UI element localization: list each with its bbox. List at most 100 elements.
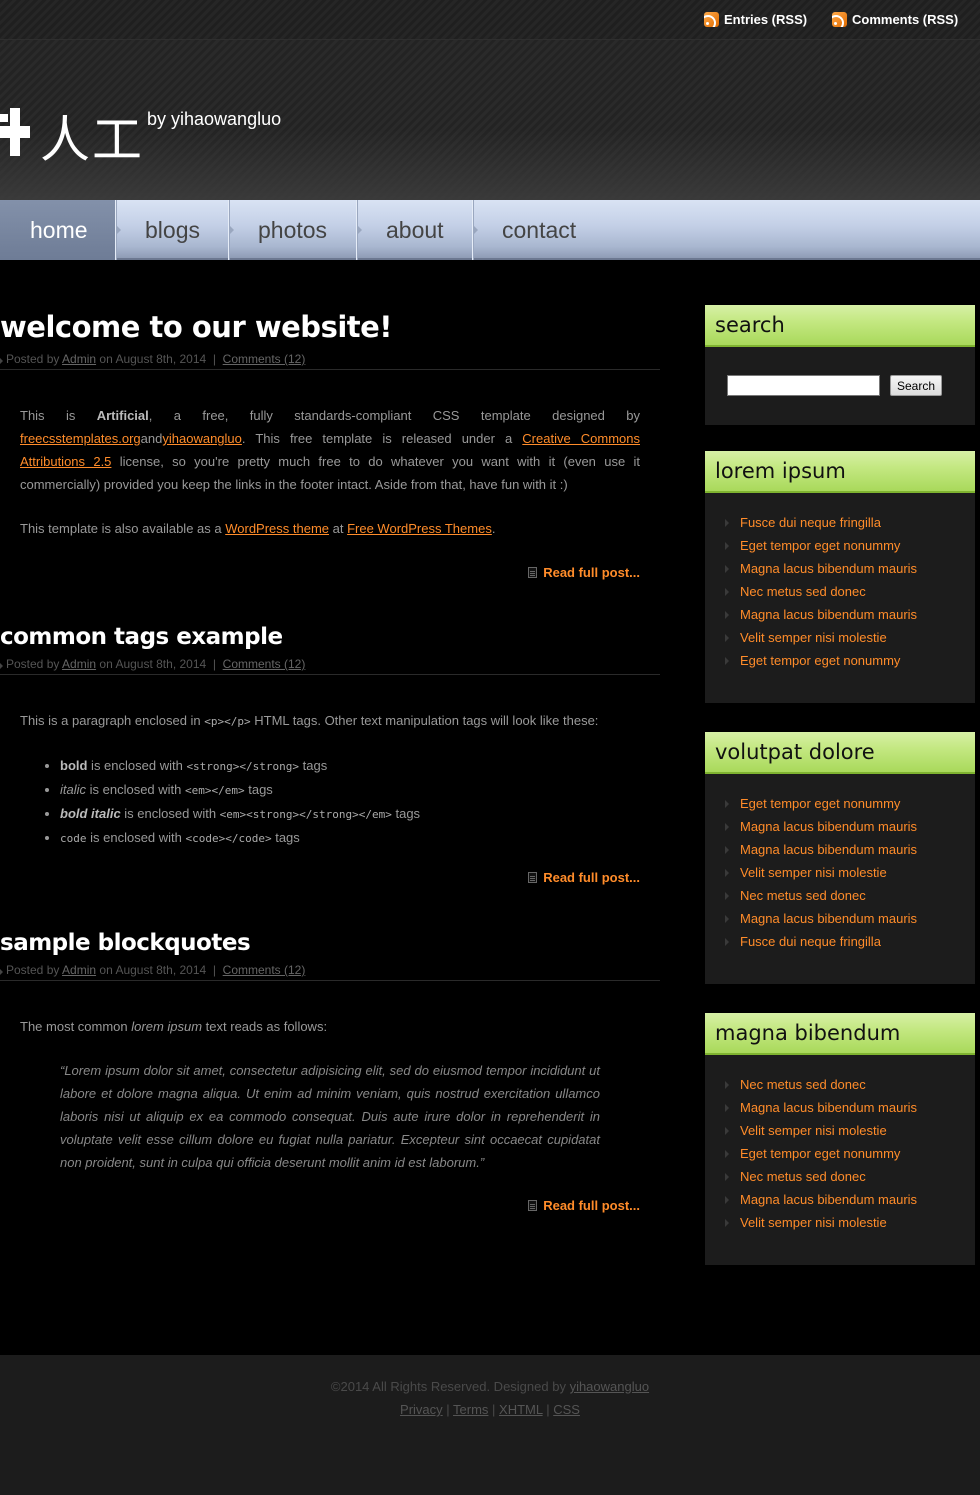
post-meta: Posted by Admin on August 8th, 2014 | Co… bbox=[0, 657, 660, 675]
sidebar-link[interactable]: Magna lacus bibendum mauris bbox=[740, 842, 917, 857]
sidebar-link[interactable]: Eget tempor eget nonummy bbox=[740, 538, 900, 553]
list-item: Magna lacus bibendum mauris bbox=[725, 815, 975, 838]
search-widget: search Search bbox=[705, 305, 975, 425]
sidebar-link[interactable]: Nec metus sed donec bbox=[740, 584, 866, 599]
sidebar-widget-lorem-ipsum: lorem ipsum Fusce dui neque fringilla Eg… bbox=[705, 451, 975, 703]
sidebar-link[interactable]: Velit semper nisi molestie bbox=[740, 1123, 887, 1138]
post-body: The most common lorem ipsum text reads a… bbox=[20, 1015, 640, 1174]
list-item: Velit semper nisi molestie bbox=[725, 626, 975, 649]
nav-item-blogs[interactable]: blogs bbox=[116, 200, 230, 260]
nav-item-label: contact bbox=[502, 216, 577, 243]
list-item: Magna lacus bibendum mauris bbox=[725, 907, 975, 930]
post-date: August 8th, 2014 bbox=[115, 352, 207, 366]
comments-rss-label: Comments (RSS) bbox=[852, 12, 959, 27]
list-item: Eget tempor eget nonummy bbox=[725, 792, 975, 815]
sidebar-widget-volutpat-dolore: volutpat dolore Eget tempor eget nonummy… bbox=[705, 732, 975, 984]
free-wordpress-themes-link[interactable]: Free WordPress Themes bbox=[347, 521, 492, 536]
post-author-link[interactable]: Admin bbox=[62, 963, 96, 977]
nav-item-home[interactable]: home bbox=[0, 200, 117, 260]
search-input[interactable] bbox=[727, 375, 880, 396]
nav-arrow-icon bbox=[473, 225, 478, 235]
document-icon bbox=[528, 1200, 538, 1211]
post-title[interactable]: common tags example bbox=[0, 624, 283, 650]
sidebar-link[interactable]: Magna lacus bibendum mauris bbox=[740, 819, 917, 834]
nav-arrow-icon bbox=[229, 225, 234, 235]
entries-rss-link[interactable]: Entries (RSS) bbox=[704, 12, 807, 27]
list-item: bold is enclosed with <strong></strong> … bbox=[60, 754, 640, 778]
footer-link-css[interactable]: CSS bbox=[553, 1402, 580, 1417]
read-more-link[interactable]: Read full post... bbox=[528, 565, 640, 580]
sidebar-link[interactable]: Magna lacus bibendum mauris bbox=[740, 1100, 917, 1115]
sidebar-link[interactable]: Velit semper nisi molestie bbox=[740, 630, 887, 645]
post-paragraph: This is Artificial, a free, fully standa… bbox=[20, 408, 641, 492]
sidebar-link[interactable]: Eget tempor eget nonummy bbox=[740, 1146, 900, 1161]
read-more-link[interactable]: Read full post... bbox=[528, 870, 640, 885]
widget-title: search bbox=[705, 305, 975, 347]
list-item: Velit semper nisi molestie bbox=[725, 1211, 975, 1234]
list-item: Magna lacus bibendum mauris bbox=[725, 1096, 975, 1119]
nav-item-label: home bbox=[30, 216, 88, 243]
footer-designer-link[interactable]: yihaowangluo bbox=[570, 1379, 650, 1394]
rss-icon bbox=[832, 12, 847, 27]
sidebar-link[interactable]: Magna lacus bibendum mauris bbox=[740, 1192, 917, 1207]
post-paragraph: This is a paragraph enclosed in <p></p> … bbox=[20, 713, 599, 728]
list-item: Eget tempor eget nonummy bbox=[725, 534, 975, 557]
sidebar-link[interactable]: Magna lacus bibendum mauris bbox=[740, 911, 917, 926]
widget-title: volutpat dolore bbox=[705, 732, 975, 774]
footer-copyright: ©2014 All Rights Reserved. Designed by y… bbox=[330, 1379, 650, 1394]
post-author-link[interactable]: Admin bbox=[62, 657, 96, 671]
list-item: Velit semper nisi molestie bbox=[725, 1119, 975, 1142]
post-paragraph: The most common lorem ipsum text reads a… bbox=[20, 1019, 328, 1034]
sidebar-link[interactable]: Magna lacus bibendum mauris bbox=[740, 561, 917, 576]
sidebar-link[interactable]: Eget tempor eget nonummy bbox=[740, 796, 900, 811]
nav-arrow-icon bbox=[116, 225, 121, 235]
post-body: This is Artificial, a free, fully standa… bbox=[20, 404, 640, 540]
widget-title: magna bibendum bbox=[705, 1013, 975, 1055]
yihaowangluo-link[interactable]: yihaowangluo bbox=[162, 431, 242, 446]
nav-item-contact[interactable]: contact bbox=[473, 200, 609, 260]
sidebar-link[interactable]: Velit semper nisi molestie bbox=[740, 865, 887, 880]
tags-list: bold is enclosed with <strong></strong> … bbox=[20, 754, 640, 850]
list-item: Eget tempor eget nonummy bbox=[725, 1142, 975, 1165]
post-paragraph: This template is also available as a Wor… bbox=[20, 521, 496, 536]
widget-links: Eget tempor eget nonummy Magna lacus bib… bbox=[705, 774, 975, 971]
footer-link-privacy[interactable]: Privacy bbox=[400, 1402, 443, 1417]
nav-item-photos[interactable]: photos bbox=[229, 200, 358, 260]
list-item: Magna lacus bibendum mauris bbox=[725, 557, 975, 580]
site-logo[interactable]: 人工 bbox=[40, 100, 144, 172]
rss-icon bbox=[704, 12, 719, 27]
post-title[interactable]: welcome to our website! bbox=[0, 310, 393, 344]
search-button[interactable]: Search bbox=[890, 375, 943, 396]
wordpress-theme-link[interactable]: WordPress theme bbox=[225, 521, 329, 536]
sidebar-widget-magna-bibendum: magna bibendum Nec metus sed donec Magna… bbox=[705, 1013, 975, 1265]
post-comments-link[interactable]: Comments (12) bbox=[223, 352, 306, 366]
post-author-link[interactable]: Admin bbox=[62, 352, 96, 366]
post-date: August 8th, 2014 bbox=[115, 657, 207, 671]
sidebar-link[interactable]: Nec metus sed donec bbox=[740, 1077, 866, 1092]
footer-link-xhtml[interactable]: XHTML bbox=[499, 1402, 543, 1417]
list-item: code is enclosed with <code></code> tags bbox=[60, 826, 640, 850]
read-more-link[interactable]: Read full post... bbox=[528, 1198, 640, 1213]
post-comments-link[interactable]: Comments (12) bbox=[223, 657, 306, 671]
sidebar-link[interactable]: Nec metus sed donec bbox=[740, 888, 866, 903]
document-icon bbox=[528, 872, 538, 883]
sidebar-link[interactable]: Fusce dui neque fringilla bbox=[740, 515, 881, 530]
list-item: Nec metus sed donec bbox=[725, 580, 975, 603]
post-body: This is a paragraph enclosed in <p></p> … bbox=[20, 709, 640, 850]
comments-rss-link[interactable]: Comments (RSS) bbox=[832, 12, 958, 27]
list-item: Nec metus sed donec bbox=[725, 1073, 975, 1096]
nav-item-about[interactable]: about bbox=[357, 200, 474, 260]
footer-link-terms[interactable]: Terms bbox=[453, 1402, 488, 1417]
post-comments-link[interactable]: Comments (12) bbox=[223, 963, 306, 977]
freecsstemplates-link[interactable]: freecsstemplates.org bbox=[20, 431, 141, 446]
blockquote: “Lorem ipsum dolor sit amet, consectetur… bbox=[60, 1063, 600, 1170]
sidebar-link[interactable]: Magna lacus bibendum mauris bbox=[740, 607, 917, 622]
top-bar: Entries (RSS) Comments (RSS) bbox=[0, 0, 980, 40]
sidebar-link[interactable]: Fusce dui neque fringilla bbox=[740, 934, 881, 949]
widget-links: Fusce dui neque fringilla Eget tempor eg… bbox=[705, 493, 975, 690]
sidebar-link[interactable]: Eget tempor eget nonummy bbox=[740, 653, 900, 668]
post-title[interactable]: sample blockquotes bbox=[0, 930, 251, 956]
sidebar-link[interactable]: Velit semper nisi molestie bbox=[740, 1215, 887, 1230]
sidebar-link[interactable]: Nec metus sed donec bbox=[740, 1169, 866, 1184]
list-item: Magna lacus bibendum mauris bbox=[725, 838, 975, 861]
